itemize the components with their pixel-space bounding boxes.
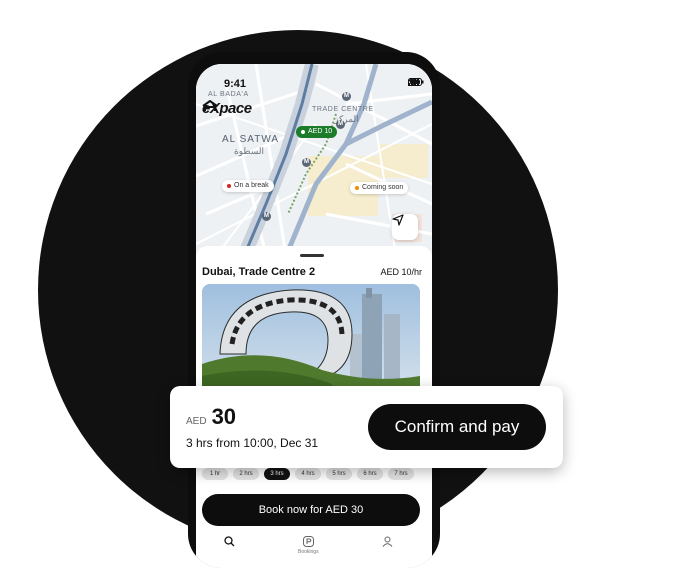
phone-screen: 9:41 eXpace AL BADA'A TRADE CENTRE المرك… <box>196 64 432 568</box>
status-time: 9:41 <box>224 78 247 90</box>
hour-chip-5[interactable]: 5 hrs <box>326 468 352 480</box>
parking-pin-active[interactable]: AED 10 <box>296 126 338 138</box>
map-label-al-satwa-ar: السطوة <box>234 146 265 156</box>
tab-search[interactable] <box>224 536 235 547</box>
battery-icon <box>408 78 424 86</box>
metro-station-icon: M <box>336 120 345 129</box>
status-dot-icon <box>355 186 359 190</box>
tab-bookings[interactable]: Bookings <box>298 536 319 555</box>
search-icon <box>224 536 235 547</box>
hour-chip-1[interactable]: 1 hr <box>202 468 228 480</box>
location-price: AED 10/hr <box>380 267 422 277</box>
map-label-al-bada: AL BADA'A <box>208 91 249 98</box>
map-label-trade-centre: TRADE CENTRE <box>312 106 374 113</box>
confirm-payment-card: AED 30 3 hrs from 10:00, Dec 31 Confirm … <box>170 386 563 468</box>
status-bar: 9:41 <box>196 74 432 92</box>
tab-bookings-label: Bookings <box>298 549 319 555</box>
phone-frame: 9:41 eXpace AL BADA'A TRADE CENTRE المرك… <box>188 52 440 568</box>
navigation-arrow-icon <box>392 214 404 226</box>
bottom-tab-bar: Bookings <box>196 536 432 566</box>
brand-logo: eXpace <box>202 100 252 117</box>
hour-chip-2[interactable]: 2 hrs <box>233 468 259 480</box>
metro-station-icon: M <box>262 212 271 221</box>
parking-pin-coming-soon[interactable]: Coming soon <box>350 182 409 194</box>
hour-selector: 1 hr 2 hrs 3 hrs 4 hrs 5 hrs 6 hrs 7 hrs <box>202 468 414 480</box>
profile-icon <box>382 536 393 547</box>
hour-chip-7[interactable]: 7 hrs <box>388 468 414 480</box>
parking-shelter-icon <box>202 100 218 111</box>
location-photo <box>202 284 420 396</box>
status-dot-icon <box>301 130 305 134</box>
booking-summary: 3 hrs from 10:00, Dec 31 <box>186 436 319 450</box>
total-currency: AED <box>186 416 207 427</box>
parking-pin-status: On a break <box>234 182 269 189</box>
parking-pin-price: AED 10 <box>308 128 333 135</box>
hour-chip-3-selected[interactable]: 3 hrs <box>264 468 290 480</box>
tab-profile[interactable] <box>382 536 393 547</box>
total-amount: AED 30 <box>186 404 236 430</box>
locate-me-button[interactable] <box>392 214 418 240</box>
map-view[interactable]: 9:41 eXpace AL BADA'A TRADE CENTRE المرك… <box>196 64 432 256</box>
status-dot-icon <box>227 184 231 188</box>
location-title: Dubai, Trade Centre 2 <box>202 266 316 278</box>
parking-pin-status: Coming soon <box>362 184 404 191</box>
parking-icon <box>302 536 314 547</box>
map-label-al-satwa: AL SATWA <box>222 134 280 145</box>
total-value: 30 <box>211 404 237 429</box>
metro-station-icon: M <box>302 158 311 167</box>
sheet-handle[interactable] <box>300 254 324 257</box>
book-now-button[interactable]: Book now for AED 30 <box>202 494 420 526</box>
parking-pin-on-break[interactable]: On a break <box>222 180 274 192</box>
confirm-and-pay-button[interactable]: Confirm and pay <box>368 404 546 450</box>
metro-station-icon: M <box>342 92 351 101</box>
location-photo-art <box>202 284 420 396</box>
hour-chip-4[interactable]: 4 hrs <box>295 468 321 480</box>
hour-chip-6[interactable]: 6 hrs <box>357 468 383 480</box>
